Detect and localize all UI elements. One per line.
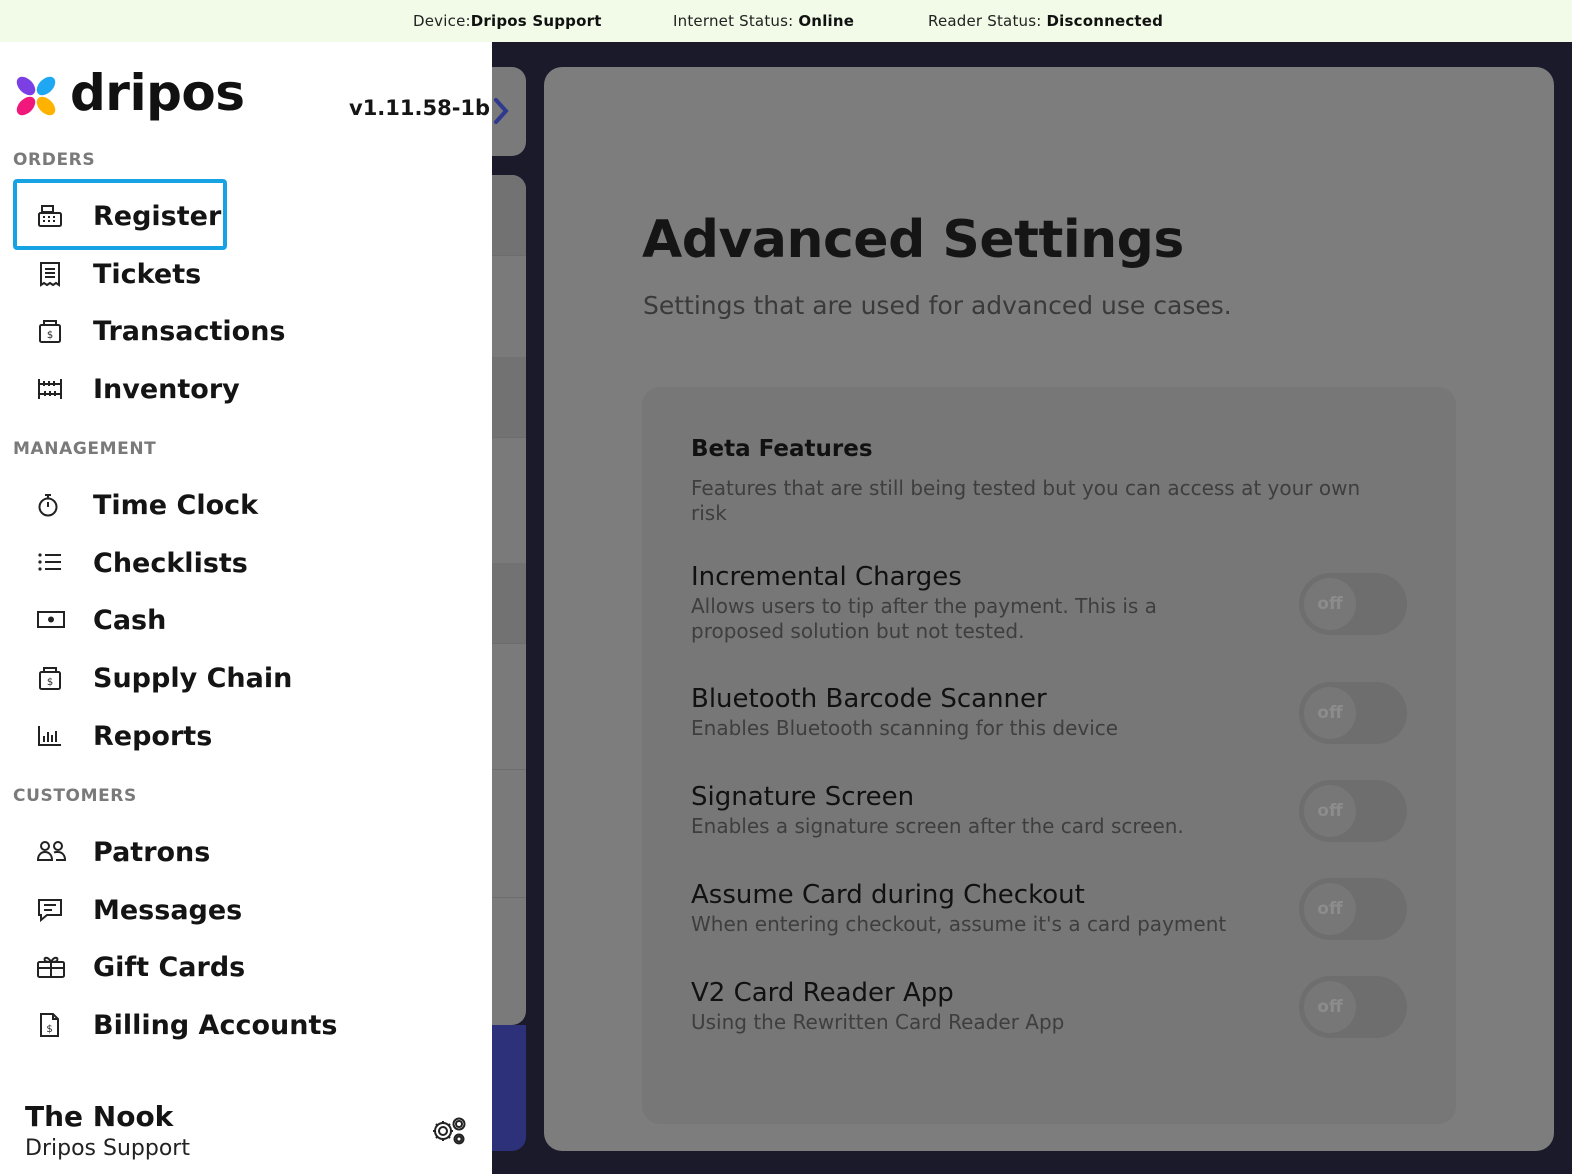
reader-status: Reader Status: Disconnected xyxy=(928,12,1164,30)
chevron-right-icon xyxy=(492,96,512,126)
svg-text:$: $ xyxy=(47,330,53,341)
setting-name: Assume Card during Checkout xyxy=(691,880,1085,910)
svg-text:$: $ xyxy=(47,677,53,688)
toggle-knob: off xyxy=(1304,981,1356,1033)
package-icon: $ xyxy=(36,665,64,691)
section-description: Features that are still being tested but… xyxy=(691,476,1361,525)
incremental-charges-toggle[interactable]: off xyxy=(1299,573,1407,635)
bluetooth-barcode-scanner-toggle[interactable]: off xyxy=(1299,682,1407,744)
receipt-icon xyxy=(36,261,64,287)
money-box-icon: $ xyxy=(36,318,64,344)
page-subtitle: Settings that are used for advanced use … xyxy=(643,291,1232,320)
setting-name: Signature Screen xyxy=(691,782,915,812)
setting-name: Incremental Charges xyxy=(691,562,962,592)
sidebar-item-label: Tickets xyxy=(93,259,202,290)
sidebar-item-messages[interactable]: Messages xyxy=(14,883,474,937)
sidebar-item-checklists[interactable]: Checklists xyxy=(14,536,474,590)
setting-description: Enables a signature screen after the car… xyxy=(691,814,1184,838)
setting-incremental-charges: Incremental Charges Allows users to tip … xyxy=(691,562,1291,644)
logo-text: dripos xyxy=(70,64,245,122)
register-icon xyxy=(36,203,64,229)
users-icon xyxy=(36,839,67,865)
sidebar-item-label: Cash xyxy=(93,605,167,636)
setting-description: Enables Bluetooth scanning for this devi… xyxy=(691,716,1119,740)
sidebar-item-label: Transactions xyxy=(93,316,286,347)
bar-chart-icon xyxy=(36,723,64,749)
setting-description: When entering checkout, assume it's a ca… xyxy=(691,912,1227,936)
section-header-orders: ORDERS xyxy=(13,150,96,170)
internet-status: Internet Status: Online xyxy=(673,12,855,30)
sidebar-item-transactions[interactable]: $ Transactions xyxy=(14,304,474,358)
sidebar-item-billing-accounts[interactable]: $ Billing Accounts xyxy=(14,998,474,1052)
location-name: The Nook xyxy=(25,1100,174,1133)
sidebar-item-gift-cards[interactable]: Gift Cards xyxy=(14,940,474,994)
status-bar: Device:Dripos Support Internet Status: O… xyxy=(0,0,1572,42)
message-icon xyxy=(36,897,64,923)
setting-v2-card-reader-app: V2 Card Reader App Using the Rewritten C… xyxy=(691,978,1291,1035)
signature-screen-toggle[interactable]: off xyxy=(1299,780,1407,842)
banknote-icon xyxy=(36,607,65,633)
sidebar-item-label: Messages xyxy=(93,895,243,926)
toggle-knob: off xyxy=(1304,578,1356,630)
sidebar-item-inventory[interactable]: Inventory xyxy=(14,362,474,416)
sidebar-item-label: Billing Accounts xyxy=(93,1010,338,1041)
account-name: Dripos Support xyxy=(25,1136,190,1161)
sidebar-item-supply-chain[interactable]: $ Supply Chain xyxy=(14,651,474,705)
stopwatch-icon xyxy=(36,492,64,518)
setting-name: Bluetooth Barcode Scanner xyxy=(691,684,1047,714)
sidebar-item-label: Inventory xyxy=(93,374,240,405)
page-title: Advanced Settings xyxy=(642,210,1184,270)
section-title: Beta Features xyxy=(691,436,873,462)
sidebar-item-label: Time Clock xyxy=(93,490,259,521)
sidebar-item-tickets[interactable]: Tickets xyxy=(14,247,474,301)
sidebar-item-label: Checklists xyxy=(93,548,248,579)
sidebar-item-label: Reports xyxy=(93,721,213,752)
v2-card-reader-app-toggle[interactable]: off xyxy=(1299,976,1407,1038)
section-header-management: MANAGEMENT xyxy=(13,439,157,459)
sidebar-item-cash[interactable]: Cash xyxy=(14,593,474,647)
assume-card-during-checkout-toggle[interactable]: off xyxy=(1299,878,1407,940)
device-status: Device:Dripos Support xyxy=(413,12,602,30)
setting-description: Allows users to tip after the payment. T… xyxy=(691,594,1157,643)
setting-bluetooth-barcode-scanner: Bluetooth Barcode Scanner Enables Blueto… xyxy=(691,684,1291,741)
list-icon xyxy=(36,550,64,576)
invoice-icon: $ xyxy=(36,1012,64,1038)
app-version: v1.11.58-1b xyxy=(349,96,491,120)
section-header-customers: CUSTOMERS xyxy=(13,786,137,806)
gear-icon[interactable] xyxy=(430,1114,468,1148)
sidebar-item-reports[interactable]: Reports xyxy=(14,709,474,763)
sidebar-item-time-clock[interactable]: Time Clock xyxy=(14,478,474,532)
setting-description: Using the Rewritten Card Reader App xyxy=(691,1010,1065,1034)
sidebar-item-label: Gift Cards xyxy=(93,952,246,983)
dripos-logo-icon xyxy=(14,74,58,118)
setting-assume-card-during-checkout: Assume Card during Checkout When enterin… xyxy=(691,880,1291,937)
sidebar-item-label: Supply Chain xyxy=(93,663,293,694)
toggle-knob: off xyxy=(1304,687,1356,739)
gift-card-icon xyxy=(36,954,65,980)
inventory-icon xyxy=(36,376,64,402)
sidebar-item-patrons[interactable]: Patrons xyxy=(14,825,474,879)
toggle-knob: off xyxy=(1304,785,1356,837)
sidebar-item-register[interactable]: Register xyxy=(14,189,474,243)
toggle-knob: off xyxy=(1304,883,1356,935)
sidebar-item-label: Register xyxy=(93,201,222,232)
setting-signature-screen: Signature Screen Enables a signature scr… xyxy=(691,782,1291,839)
svg-text:$: $ xyxy=(46,1024,52,1035)
setting-name: V2 Card Reader App xyxy=(691,978,954,1008)
sidebar-item-label: Patrons xyxy=(93,837,211,868)
